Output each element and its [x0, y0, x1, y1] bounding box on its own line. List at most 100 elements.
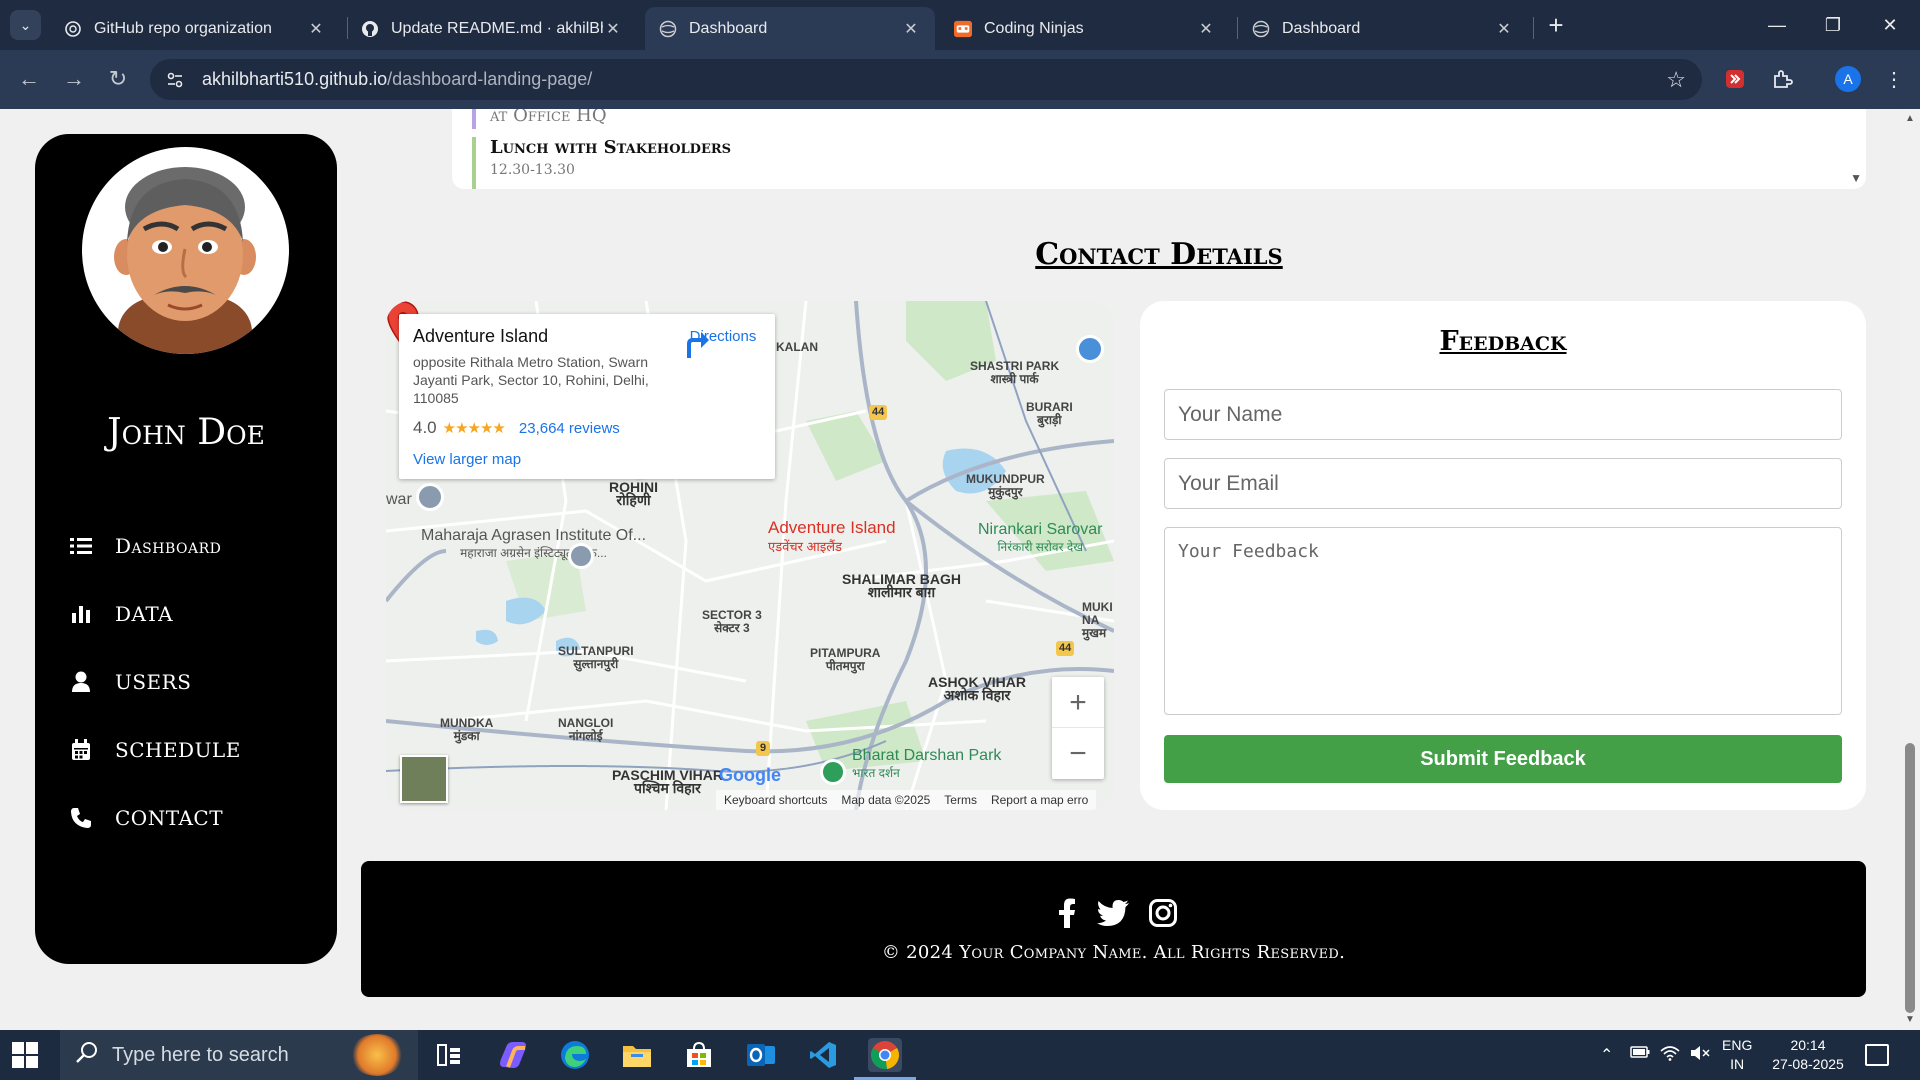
map-label-mukundpur: MUKUNDPUR मुकुंदपुर	[966, 473, 1045, 499]
tab-dashboard-active[interactable]: Dashboard ✕	[645, 7, 935, 50]
zoom-in-button[interactable]: +	[1052, 677, 1104, 728]
microsoft-store-icon[interactable]	[682, 1038, 716, 1072]
sidebar-item-label: Dashboard	[115, 534, 222, 558]
map-label-rohini: ROHINI रोहिणी	[609, 480, 658, 507]
profile-avatar[interactable]: A	[1835, 66, 1861, 92]
calendar-icon	[69, 738, 93, 762]
clock-time: 20:14	[1790, 1037, 1826, 1053]
map-label-pitampura: PITAMPURA पीतमपुरा	[810, 647, 880, 673]
tab-title: Dashboard	[689, 19, 768, 37]
feedback-textarea[interactable]	[1164, 527, 1842, 715]
task-view-icon[interactable]	[432, 1038, 466, 1072]
scrollbar-thumb[interactable]	[1905, 743, 1915, 1013]
system-clock[interactable]: 20:14 27-08-2025	[1766, 1036, 1850, 1074]
site-info-icon[interactable]	[164, 69, 186, 91]
sidebar-item-label: CONTACT	[115, 806, 224, 830]
map-label-nirankari: Nirankari Sarovar निरंकारी सरोवर देख	[978, 521, 1102, 556]
bar-chart-icon	[69, 602, 93, 626]
clock-date: 27-08-2025	[1772, 1056, 1844, 1072]
scroll-up-arrow-icon[interactable]: ▲	[1904, 113, 1916, 125]
input-language[interactable]: ENG IN	[1722, 1036, 1752, 1074]
show-hidden-icons-chevron-icon[interactable]: ⌃	[1600, 1045, 1613, 1065]
schedule-item-location: at Office HQ	[490, 109, 607, 126]
forward-button[interactable]: →	[57, 64, 91, 94]
tab-search-button[interactable]: ⌄	[10, 10, 41, 40]
map-label-text: MUKUNDPUR	[966, 472, 1045, 486]
outlook-icon[interactable]	[744, 1038, 778, 1072]
extensions-puzzle-icon[interactable]	[1767, 64, 1797, 94]
map-label-bharat-darshan: Bharat Darshan Park भारत दर्शन	[852, 747, 1001, 782]
map-label-text: PITAMPURA	[810, 646, 881, 660]
page-scrollbar[interactable]: ▲ ▼	[1900, 109, 1920, 1030]
bookmark-star-icon[interactable]: ☆	[1666, 67, 1686, 93]
satellite-toggle[interactable]	[400, 755, 448, 803]
terms-link[interactable]: Terms	[944, 793, 977, 807]
address-bar[interactable]: akhilbharti510.github.io/dashboard-landi…	[150, 59, 1702, 100]
map-label-shalimar: SHALIMAR BAGH शालीमार बाग़	[842, 572, 961, 600]
name-input[interactable]	[1164, 389, 1842, 440]
chatgpt-icon	[64, 20, 82, 38]
browser-menu-icon[interactable]: ⋮	[1879, 64, 1909, 94]
keyboard-shortcuts-link[interactable]: Keyboard shortcuts	[724, 793, 827, 807]
close-icon[interactable]: ✕	[1494, 19, 1514, 39]
speaker-muted-icon[interactable]	[1690, 1045, 1710, 1066]
edge-icon[interactable]	[558, 1038, 592, 1072]
zoom-out-button[interactable]: −	[1052, 728, 1104, 779]
google-map[interactable]: KALAN SHASTRI PARK शास्त्री पार्क BURARI ब…	[386, 301, 1114, 810]
tab-title: GitHub repo organization	[94, 19, 272, 37]
window-close-button[interactable]: ✕	[1870, 10, 1910, 40]
back-button[interactable]: ←	[12, 64, 46, 94]
instagram-icon[interactable]	[1147, 897, 1179, 929]
chrome-icon[interactable]	[854, 1038, 916, 1080]
windows-start-icon[interactable]	[12, 1042, 38, 1068]
sidebar-item-contact[interactable]: CONTACT	[69, 798, 223, 838]
coding-ninjas-icon	[954, 20, 972, 38]
sidebar-item-schedule[interactable]: SCHEDULE	[69, 730, 241, 770]
school-icon[interactable]	[568, 543, 594, 569]
submit-feedback-button[interactable]: Submit Feedback	[1164, 735, 1842, 783]
copilot-icon[interactable]	[496, 1038, 530, 1072]
email-input[interactable]	[1164, 458, 1842, 509]
close-icon[interactable]: ✕	[1196, 19, 1216, 39]
minimize-button[interactable]: —	[1757, 10, 1797, 40]
sidebar-item-users[interactable]: USERS	[69, 662, 191, 702]
notification-icon[interactable]	[1865, 1044, 1889, 1066]
tab-github-repo-organization[interactable]: GitHub repo organization ✕	[50, 7, 340, 50]
reviews-link[interactable]: 23,664 reviews	[519, 420, 620, 437]
poi-marker-icon[interactable]	[416, 483, 444, 511]
globe-icon	[659, 20, 677, 38]
scroll-down-arrow-icon[interactable]: ▼	[1904, 1014, 1916, 1026]
close-icon[interactable]: ✕	[901, 19, 921, 39]
restore-button[interactable]: ❐	[1813, 10, 1853, 40]
park-icon[interactable]	[820, 759, 846, 785]
sidebar-item-data[interactable]: DATA	[69, 594, 173, 634]
close-icon[interactable]: ✕	[603, 19, 623, 39]
lock-icon[interactable]	[1076, 335, 1104, 363]
file-explorer-icon[interactable]	[620, 1038, 654, 1072]
scroll-down-icon[interactable]: ▼	[1850, 171, 1862, 185]
place-rating: 4.0 ★★★★★ 23,664 reviews	[413, 418, 620, 438]
facebook-icon[interactable]	[1051, 897, 1083, 929]
report-map-error-link[interactable]: Report a map erro	[991, 793, 1088, 807]
sidebar-item-dashboard[interactable]: Dashboard	[69, 526, 221, 566]
vscode-icon[interactable]	[806, 1038, 840, 1072]
directions-button[interactable]: Directions	[683, 328, 763, 358]
reload-button[interactable]: ↻	[101, 64, 135, 94]
tab-dashboard[interactable]: Dashboard ✕	[1238, 7, 1528, 50]
new-tab-button[interactable]: +	[1542, 12, 1570, 40]
tab-update-readme[interactable]: Update README.md · akhilBhar ✕	[347, 7, 637, 50]
map-label-hindi: शालीमार बाग़	[867, 584, 936, 600]
browser-chrome: ⌄ GitHub repo organization ✕ Update READ…	[0, 0, 1920, 109]
sidebar-item-label: SCHEDULE	[115, 738, 241, 762]
map-label-hindi: सेक्टर 3	[714, 621, 750, 635]
schedule-item: Lunch with Stakeholders 12.30-13.30	[472, 137, 731, 189]
map-label-sultanpuri: SULTANPURI सुल्तानपुरी	[558, 645, 634, 671]
taskbar-search[interactable]: Type here to search	[60, 1030, 418, 1080]
close-icon[interactable]: ✕	[306, 19, 326, 39]
twitter-icon[interactable]	[1097, 897, 1129, 929]
view-larger-map-link[interactable]: View larger map	[413, 451, 521, 468]
tab-coding-ninjas[interactable]: Coding Ninjas ✕	[940, 7, 1230, 50]
battery-icon[interactable]	[1630, 1045, 1650, 1064]
extension-icon[interactable]	[1720, 64, 1750, 94]
wifi-icon[interactable]	[1660, 1045, 1680, 1066]
